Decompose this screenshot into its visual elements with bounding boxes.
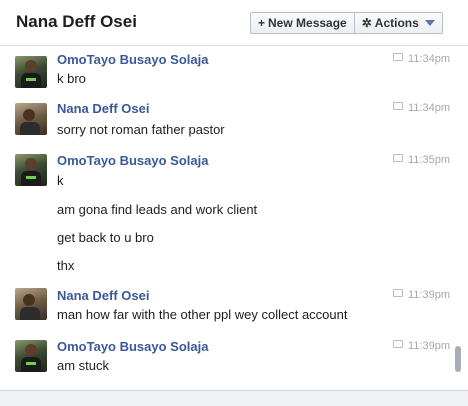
message-text: sorry not roman father pastor [57, 122, 225, 137]
gear-icon: ✲ [361, 16, 372, 30]
message-text: k bro [57, 71, 86, 86]
sender-name-link[interactable]: OmoTayo Busayo Solaja [57, 339, 208, 354]
omotayo-avatar[interactable] [15, 56, 47, 88]
message-text: man how far with the other ppl wey colle… [57, 307, 348, 322]
plus-icon: + [258, 16, 266, 30]
chevron-down-icon [424, 20, 435, 26]
sender-name-link[interactable]: OmoTayo Busayo Solaja [57, 153, 208, 168]
new-message-button[interactable]: + New Message [251, 13, 354, 33]
conversation-title: Nana Deff Osei [16, 12, 137, 31]
message-icon [393, 53, 403, 61]
message-timestamp: 11:34pm [380, 102, 450, 114]
actions-button[interactable]: ✲ Actions [353, 13, 442, 33]
header-button-group: + New Message ✲ Actions [250, 12, 443, 34]
message-text: am gona find leads and work client [57, 202, 258, 217]
message-text: thx [57, 258, 75, 273]
message-timestamp: 11:35pm [380, 154, 450, 166]
message-text: am stuck [57, 358, 110, 373]
scrollbar-thumb[interactable] [455, 346, 461, 372]
message-text: get back to u bro [57, 230, 154, 245]
message-thread[interactable]: OmoTayo Busayo Solaja 11:34pm k bro Nana… [0, 46, 450, 390]
message-icon [393, 154, 403, 162]
message-icon [393, 102, 403, 110]
nana-avatar[interactable] [15, 103, 47, 135]
message-timestamp: 11:39pm [380, 289, 450, 301]
conversation-header: Nana Deff Osei + New Message ✲ Actions [0, 0, 468, 46]
message-icon [393, 289, 403, 297]
message-text: k [57, 173, 64, 188]
sender-name-link[interactable]: Nana Deff Osei [57, 101, 149, 116]
sender-name-link[interactable]: Nana Deff Osei [57, 288, 149, 303]
message-icon [393, 340, 403, 348]
omotayo-avatar[interactable] [15, 340, 47, 372]
composer-area[interactable] [0, 390, 468, 406]
message-timestamp: 11:39pm [380, 340, 450, 352]
nana-avatar[interactable] [15, 288, 47, 320]
message-timestamp: 11:34pm [380, 53, 450, 65]
omotayo-avatar[interactable] [15, 154, 47, 186]
sender-name-link[interactable]: OmoTayo Busayo Solaja [57, 52, 208, 67]
thread-scrollbar[interactable] [455, 46, 463, 390]
new-message-label: New Message [268, 16, 347, 30]
actions-label: Actions [374, 16, 419, 30]
